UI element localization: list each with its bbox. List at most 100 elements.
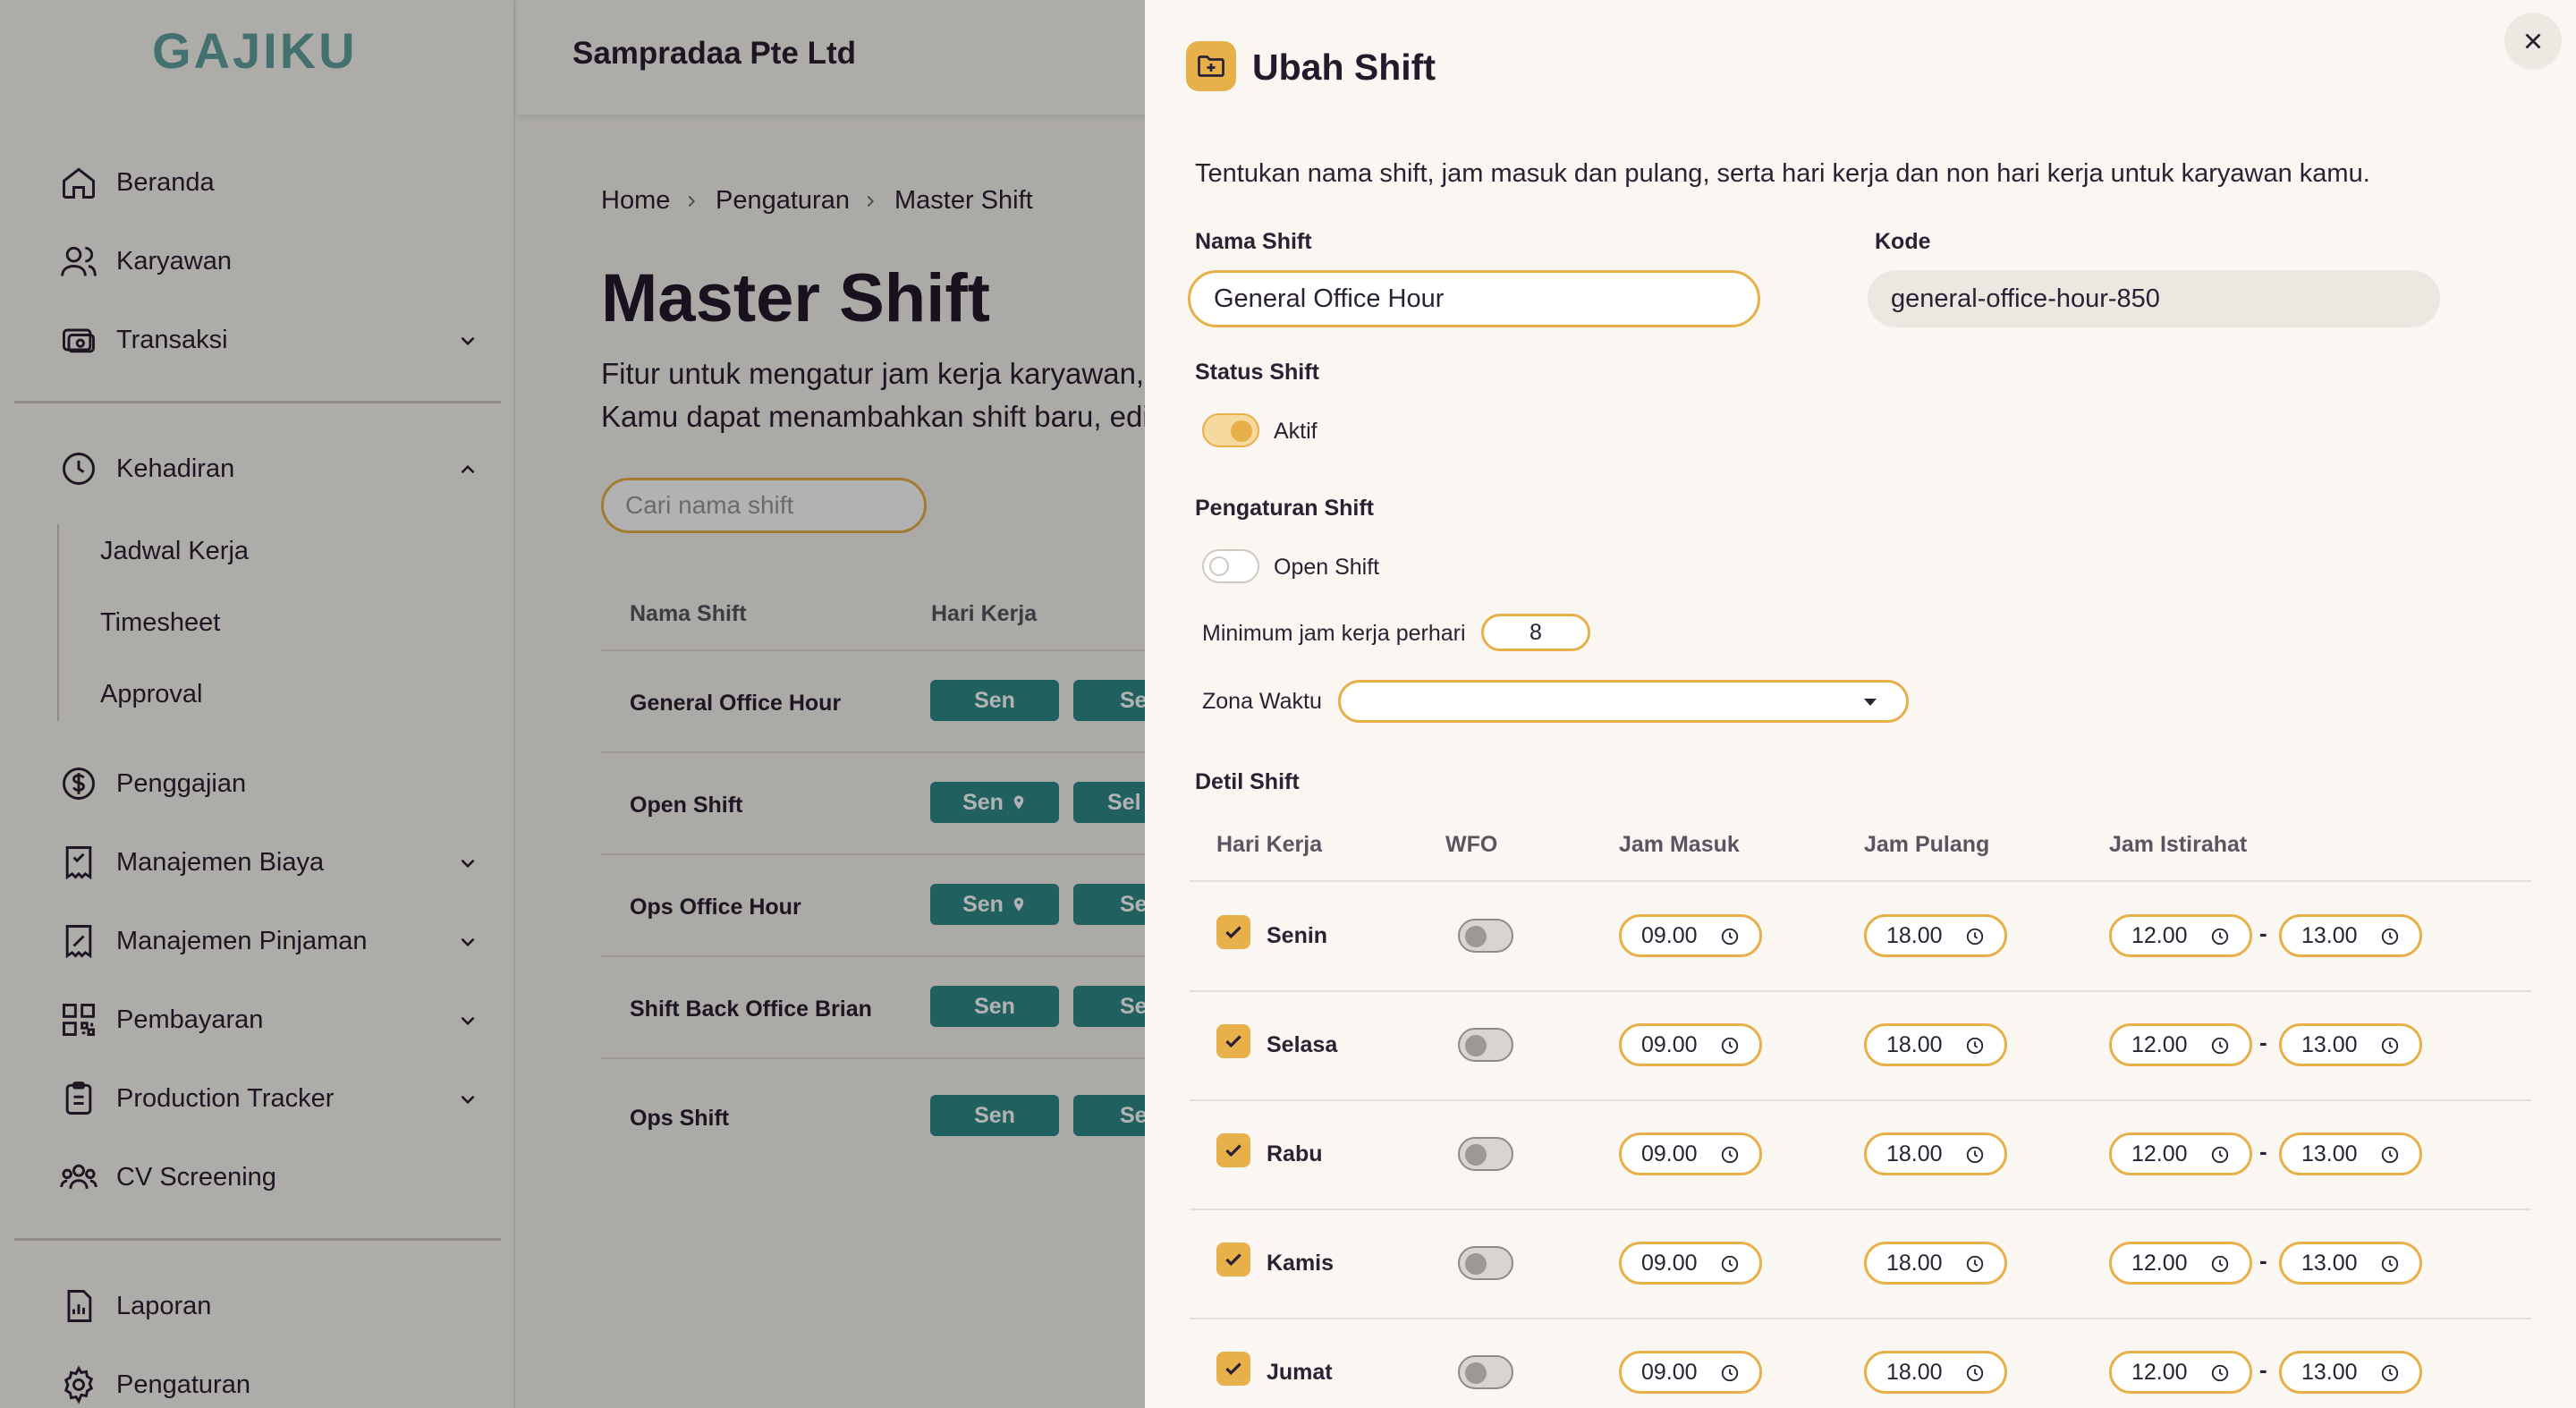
drawer-header-icon [1186, 41, 1236, 91]
jam-pulang-input[interactable]: 18.00 [1864, 1023, 2007, 1066]
detil-shift-label: Detil Shift [1195, 769, 1300, 794]
toggle-knob [1465, 926, 1487, 947]
time-value: 18.00 [1886, 922, 1943, 948]
time-value: 09.00 [1641, 922, 1698, 948]
wfo-toggle[interactable] [1458, 919, 1513, 953]
clock-icon [2210, 1036, 2230, 1056]
time-value: 09.00 [1641, 1359, 1698, 1385]
check-icon [1222, 1030, 1245, 1053]
pengaturan-shift-label: Pengaturan Shift [1195, 496, 1375, 521]
time-value: 12.00 [2131, 1141, 2188, 1166]
day-checkbox[interactable] [1216, 1352, 1250, 1386]
nama-shift-input[interactable]: General Office Hour [1188, 270, 1760, 327]
toggle-knob [1465, 1035, 1487, 1056]
day-checkbox[interactable] [1216, 1133, 1250, 1167]
jam-istirahat-end-input[interactable]: 13.00 [2279, 1351, 2422, 1394]
jam-masuk-input[interactable]: 09.00 [1619, 1023, 1762, 1066]
jam-istirahat-start-input[interactable]: 12.00 [2109, 1023, 2252, 1066]
check-icon [1222, 1357, 1245, 1380]
wfo-toggle[interactable] [1458, 1137, 1513, 1171]
time-value: 09.00 [1641, 1141, 1698, 1166]
folder-plus-icon [1195, 50, 1227, 82]
clock-icon [2380, 927, 2400, 946]
jam-istirahat-start-input[interactable]: 12.00 [2109, 1132, 2252, 1175]
clock-icon [1965, 1363, 1985, 1383]
close-icon [2520, 28, 2546, 55]
wfo-toggle[interactable] [1458, 1028, 1513, 1062]
day-checkbox[interactable] [1216, 1243, 1250, 1277]
clock-icon [2210, 1363, 2230, 1383]
min-jam-input[interactable]: 8 [1481, 614, 1590, 651]
clock-icon [1965, 1145, 1985, 1165]
toggle-knob [1465, 1362, 1487, 1384]
check-icon [1222, 920, 1245, 944]
clock-icon [2380, 1363, 2400, 1383]
clock-icon [2380, 1254, 2400, 1274]
detail-divider [1190, 1209, 2531, 1210]
clock-icon [1720, 1363, 1740, 1383]
time-value: 13.00 [2301, 1141, 2358, 1166]
jam-pulang-input[interactable]: 18.00 [1864, 1132, 2007, 1175]
zona-waktu-label: Zona Waktu [1202, 689, 1322, 714]
jam-masuk-input[interactable]: 09.00 [1619, 1351, 1762, 1394]
clock-icon [1965, 927, 1985, 946]
time-value: 09.00 [1641, 1250, 1698, 1276]
jam-pulang-input[interactable]: 18.00 [1864, 1242, 2007, 1285]
status-toggle-label: Aktif [1274, 419, 1318, 444]
detail-divider [1190, 880, 2531, 882]
zona-waktu-select[interactable] [1338, 680, 1909, 723]
time-value: 18.00 [1886, 1031, 1943, 1057]
day-checkbox[interactable] [1216, 915, 1250, 949]
kode-label: Kode [1875, 229, 1931, 254]
time-value: 18.00 [1886, 1250, 1943, 1276]
wfo-toggle[interactable] [1458, 1246, 1513, 1280]
clock-icon [1720, 1145, 1740, 1165]
drawer-description: Tentukan nama shift, jam masuk dan pulan… [1195, 159, 2370, 188]
nama-shift-label: Nama Shift [1195, 229, 1312, 254]
kode-field: general-office-hour-850 [1868, 270, 2440, 327]
toggle-knob [1465, 1144, 1487, 1166]
jam-masuk-input[interactable]: 09.00 [1619, 1132, 1762, 1175]
time-value: 13.00 [2301, 1359, 2358, 1385]
detail-header-wfo: WFO [1445, 832, 1498, 857]
detail-divider [1190, 1099, 2531, 1101]
clock-icon [1965, 1254, 1985, 1274]
drawer-title: Ubah Shift [1252, 47, 1436, 88]
jam-istirahat-start-input[interactable]: 12.00 [2109, 1351, 2252, 1394]
jam-istirahat-end-input[interactable]: 13.00 [2279, 1132, 2422, 1175]
toggle-knob [1465, 1253, 1487, 1275]
jam-istirahat-end-input[interactable]: 13.00 [2279, 1023, 2422, 1066]
jam-istirahat-end-input[interactable]: 13.00 [2279, 1242, 2422, 1285]
jam-masuk-input[interactable]: 09.00 [1619, 1242, 1762, 1285]
status-shift-toggle[interactable] [1202, 413, 1259, 447]
status-shift-label: Status Shift [1195, 360, 1319, 385]
time-range-dash: - [2259, 920, 2267, 946]
clock-icon [1720, 1254, 1740, 1274]
detail-header-jam-pulang: Jam Pulang [1864, 832, 1990, 857]
time-value: 12.00 [2131, 1250, 2188, 1276]
detail-divider [1190, 1318, 2531, 1319]
day-label: Senin [1267, 923, 1328, 948]
jam-istirahat-start-input[interactable]: 12.00 [2109, 914, 2252, 957]
wfo-toggle[interactable] [1458, 1355, 1513, 1389]
jam-istirahat-end-input[interactable]: 13.00 [2279, 914, 2422, 957]
detail-divider [1190, 990, 2531, 992]
day-label: Selasa [1267, 1032, 1338, 1057]
day-checkbox[interactable] [1216, 1024, 1250, 1058]
jam-masuk-input[interactable]: 09.00 [1619, 914, 1762, 957]
close-button[interactable] [2504, 13, 2562, 70]
time-value: 18.00 [1886, 1141, 1943, 1166]
jam-pulang-input[interactable]: 18.00 [1864, 1351, 2007, 1394]
open-shift-toggle[interactable] [1202, 549, 1259, 583]
time-range-dash: - [2259, 1247, 2267, 1274]
toggle-knob [1209, 556, 1229, 576]
time-value: 13.00 [2301, 1250, 2358, 1276]
time-value: 18.00 [1886, 1359, 1943, 1385]
time-range-dash: - [2259, 1356, 2267, 1383]
time-range-dash: - [2259, 1138, 2267, 1165]
check-icon [1222, 1139, 1245, 1162]
jam-pulang-input[interactable]: 18.00 [1864, 914, 2007, 957]
day-label: Rabu [1267, 1141, 1323, 1166]
jam-istirahat-start-input[interactable]: 12.00 [2109, 1242, 2252, 1285]
time-value: 12.00 [2131, 1031, 2188, 1057]
